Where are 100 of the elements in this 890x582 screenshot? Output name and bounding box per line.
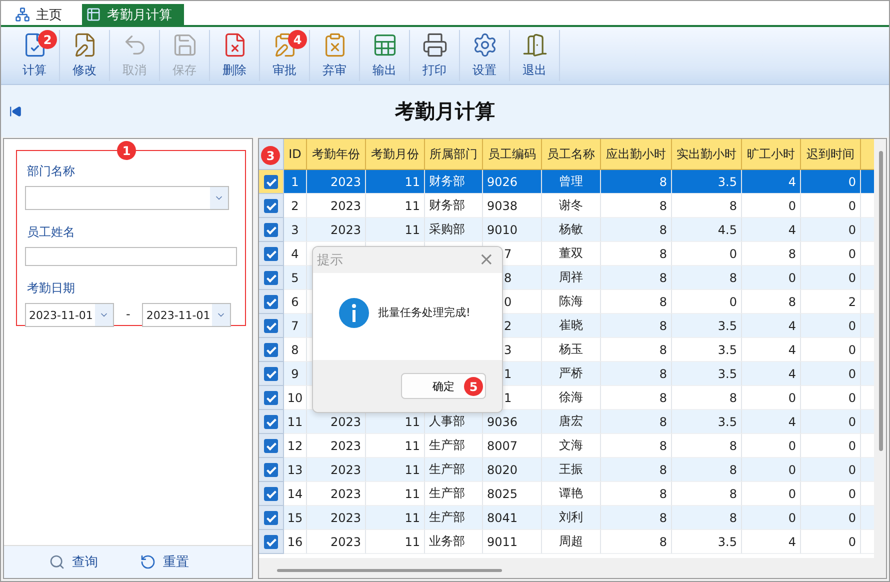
table-cell: 曾理 [559, 173, 583, 190]
table-cell: 0 [504, 294, 512, 308]
first-record-icon[interactable] [9, 104, 22, 118]
table-cell: 9026 [487, 174, 518, 188]
table-cell: 4 [788, 342, 796, 356]
toolbar-button[interactable]: 审批 4 [260, 30, 310, 81]
row-checkbox[interactable] [264, 486, 278, 500]
column-header[interactable]: 应出勤小时 [601, 139, 672, 170]
column-header[interactable]: 旷工小时 [742, 139, 801, 170]
row-checkbox[interactable] [264, 510, 278, 524]
column-header[interactable]: 所属部门 [425, 139, 483, 170]
table-row[interactable]: 12 2023 11 生产部 8007 文海 8 8 0 0 [259, 434, 874, 458]
table-cell: 0 [848, 342, 856, 356]
table-cell: 2 [848, 294, 856, 308]
column-header[interactable]: 实出勤小时 [672, 139, 742, 170]
table-cell: 杨敏 [559, 221, 583, 238]
door-icon [522, 32, 548, 58]
table-cell: 0 [848, 318, 856, 332]
table-cell: 8 [729, 510, 737, 524]
column-header[interactable]: ID [284, 139, 307, 170]
date-to-dropdown[interactable]: 2023-11-01 [142, 303, 232, 327]
table-cell: 2023 [330, 438, 361, 452]
row-checkbox[interactable] [264, 246, 278, 260]
row-checkbox[interactable] [264, 438, 278, 452]
table-row[interactable]: 2 2023 11 财务部 9038 谢冬 8 8 0 0 [259, 194, 874, 218]
table-cell: 0 [848, 222, 856, 236]
table-cell: 1 [504, 390, 512, 404]
ok-button[interactable]: 确定 5 [401, 373, 486, 399]
toolbar-button[interactable]: 修改 [60, 30, 110, 81]
table-cell: 8 [291, 342, 299, 356]
toolbar-button[interactable]: 设置 [460, 30, 510, 81]
table-row[interactable]: 11 2023 11 人事部 9036 唐宏 8 3.5 4 0 [259, 410, 874, 434]
table-cell: 8 [659, 198, 667, 212]
table-row[interactable]: 15 2023 11 生产部 8041 刘利 8 8 0 0 [259, 506, 874, 530]
row-checkbox[interactable] [264, 198, 278, 212]
table-row[interactable]: 13 2023 11 生产部 8020 王振 8 8 0 0 [259, 458, 874, 482]
row-checkbox[interactable] [264, 534, 278, 548]
table-cell: 11 [404, 174, 420, 188]
column-header[interactable]: 迟到时间 [801, 139, 861, 170]
date-from-dropdown[interactable]: 2023-11-01 [25, 303, 114, 327]
table-cell: 4 [788, 318, 796, 332]
table-cell: 采购部 [429, 221, 465, 238]
table-cell: 谭艳 [559, 485, 583, 502]
column-header[interactable]: 员工编码 [483, 139, 542, 170]
toolbar-button[interactable]: 退出 [510, 30, 560, 81]
horizontal-scrollbar[interactable] [259, 558, 874, 578]
table-cell: 11 [404, 510, 420, 524]
table-cell: 11 [404, 222, 420, 236]
row-checkbox[interactable] [264, 462, 278, 476]
table-cell: 10 [287, 390, 303, 404]
row-checkbox[interactable] [264, 390, 278, 404]
reset-button[interactable]: 重置 [140, 553, 189, 571]
row-checkbox[interactable] [264, 318, 278, 332]
name-field[interactable] [25, 247, 237, 266]
table-cell: 3.5 [718, 342, 737, 356]
table-cell: 7 [504, 246, 512, 260]
search-icon [49, 554, 65, 570]
row-checkbox[interactable] [264, 342, 278, 356]
toolbar-button[interactable]: 计算 2 [10, 30, 60, 81]
table-cell: 2 [291, 198, 299, 212]
row-checkbox[interactable] [264, 414, 278, 428]
table-cell: 财务部 [429, 197, 465, 214]
table-row[interactable]: 1 2023 11 财务部 9026 曾理 8 3.5 4 0 [259, 170, 874, 194]
tab[interactable]: 主页 [11, 4, 74, 25]
table-row[interactable]: 16 2023 11 业务部 9011 周超 8 3.5 4 0 [259, 530, 874, 554]
tab[interactable]: 考勤月计算 [82, 4, 184, 25]
table-cell: 2023 [330, 222, 361, 236]
column-header[interactable]: 考勤月份 [366, 139, 425, 170]
table-cell: 刘利 [559, 509, 583, 526]
vertical-scrollbar[interactable] [874, 139, 886, 578]
table-cell: 4 [788, 222, 796, 236]
table-cell: 8 [659, 486, 667, 500]
table-row[interactable]: 14 2023 11 生产部 8025 谭艳 8 8 0 0 [259, 482, 874, 506]
toolbar-button[interactable]: 删除 [210, 30, 260, 81]
field-label: 员工姓名 [27, 224, 76, 241]
table-cell: 8 [729, 486, 737, 500]
column-header[interactable]: 员工名称 [542, 139, 601, 170]
toolbar-button[interactable]: 输出 [360, 30, 410, 81]
column-header[interactable]: 考勤年份 [307, 139, 366, 170]
row-checkbox[interactable] [264, 270, 278, 284]
gear-icon [472, 32, 498, 58]
row-checkbox[interactable] [264, 222, 278, 236]
table-cell: 唐宏 [559, 413, 583, 430]
table-cell: 4 [788, 534, 796, 548]
row-checkbox[interactable] [264, 294, 278, 308]
table-row[interactable]: 3 2023 11 采购部 9010 杨敏 8 4.5 4 0 [259, 218, 874, 242]
table-cell: 9036 [487, 414, 518, 428]
query-button[interactable]: 查询 [49, 553, 98, 571]
table-cell: 2023 [330, 174, 361, 188]
table-cell: 8041 [487, 510, 518, 524]
toolbar-button[interactable]: 弃审 [310, 30, 360, 81]
table-cell: 0 [848, 390, 856, 404]
row-checkbox[interactable] [264, 174, 278, 188]
row-checkbox[interactable] [264, 366, 278, 380]
table-cell: 0 [848, 174, 856, 188]
table-cell: 0 [729, 294, 737, 308]
toolbar-button[interactable]: 打印 [410, 30, 460, 81]
table-cell: 陈海 [559, 293, 583, 310]
select-all-header[interactable]: 3 [259, 139, 284, 170]
table-cell: 12 [287, 438, 303, 452]
